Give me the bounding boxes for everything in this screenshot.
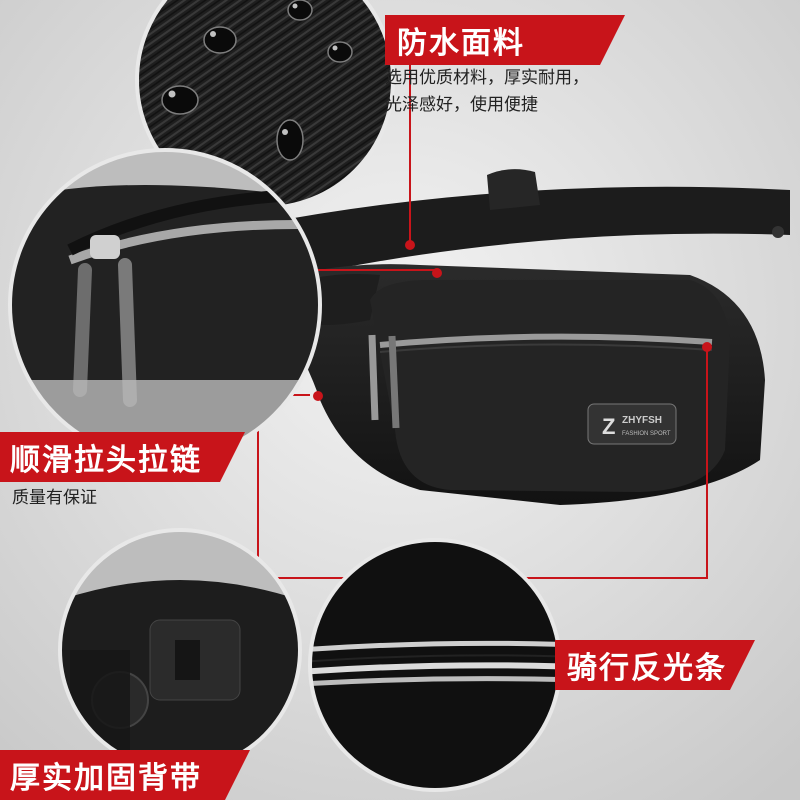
strap-title: 厚实加固背带 (10, 761, 202, 796)
zipper-banner: 顺滑拉头拉链 (0, 432, 245, 482)
waterproof-title: 防水面料 (397, 26, 525, 61)
strap-banner: 厚实加固背带 (0, 750, 250, 800)
waterproof-banner: 防水面料 (385, 15, 625, 65)
zipper-title: 顺滑拉头拉链 (10, 443, 202, 478)
zipper-desc: 质量有保证 (12, 488, 97, 508)
reflective-title: 骑行反光条 (567, 651, 727, 686)
waterproof-desc-line-2: 光泽感好，使用便捷 (385, 95, 538, 115)
reflective-banner: 骑行反光条 (555, 640, 755, 690)
waterproof-desc-line-1: 选用优质材料，厚实耐用， (385, 68, 589, 88)
waterproof-desc: 选用优质材料，厚实耐用， 光泽感好，使用便捷 (385, 65, 589, 119)
logo-brand: ZHYFSH (622, 415, 662, 426)
logo-sub: FASHION SPORT (622, 431, 671, 437)
logo-letter: Z (602, 414, 615, 439)
